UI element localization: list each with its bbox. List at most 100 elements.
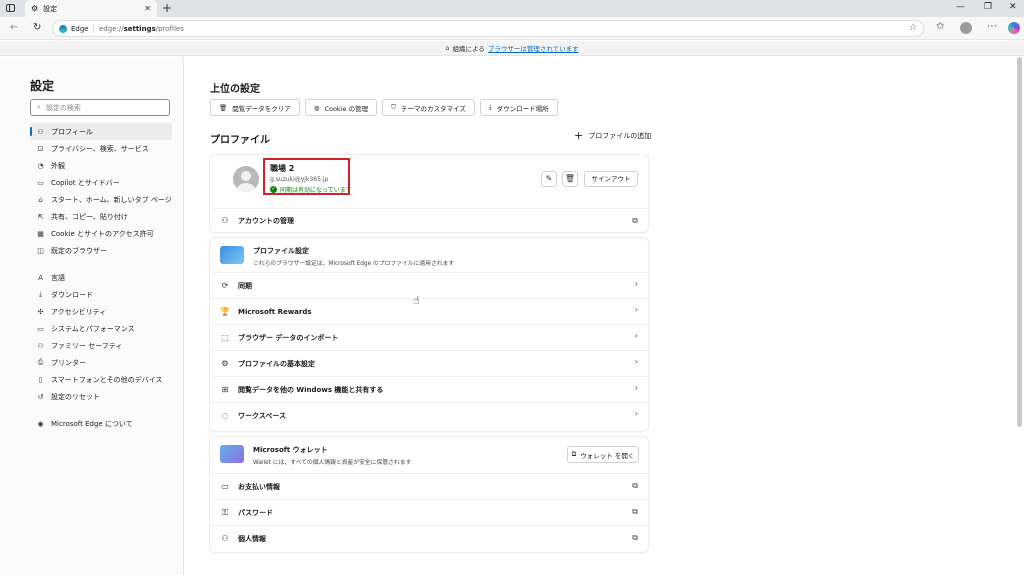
refresh-icon[interactable]: ↻ xyxy=(33,22,41,33)
profile-settings-row[interactable]: ⟳ 同期 › xyxy=(210,272,648,298)
quick-action-button[interactable]: ⛉ テーマのカスタマイズ xyxy=(382,99,475,116)
sync-status-text: 同期は有効になっています xyxy=(280,187,352,194)
sidebar-item[interactable]: ▭ Copilot とサイドバー xyxy=(30,174,172,191)
external-link-icon: ⧉ xyxy=(632,481,638,490)
chevron-right-icon: › xyxy=(634,383,638,392)
quick-action-label: Cookie の管理 xyxy=(324,104,369,113)
add-profile-label: プロファイルの追加 xyxy=(588,132,652,140)
sidebar-icon: ▭ xyxy=(37,178,44,187)
row-label: 個人情報 xyxy=(238,534,266,543)
quick-action-label: ダウンロード場所 xyxy=(496,104,549,113)
row-icon: ⚙ xyxy=(221,359,229,368)
quick-action-button[interactable]: ◍ Cookie の管理 xyxy=(304,99,378,116)
browser-icon: ◫ xyxy=(37,246,44,255)
account-icon: ⚇ xyxy=(221,216,229,225)
quick-action-icon: ⛉ xyxy=(391,103,396,111)
sidebar-item-label: システムとパフォーマンス xyxy=(51,324,135,333)
row-icon: 🏆 xyxy=(220,307,230,316)
add-profile-button[interactable]: + プロファイルの追加 xyxy=(574,129,652,142)
row-label: 同期 xyxy=(238,281,252,290)
toolbar: ← ↻ Edge | edge://settings/profiles ☆ ✩ … xyxy=(0,17,1024,40)
sidebar-item-label: Cookie とサイトのアクセス許可 xyxy=(51,229,154,238)
new-tab-button[interactable]: + xyxy=(162,2,172,14)
sidebar-item[interactable]: ✣ アクセシビリティ xyxy=(30,303,172,320)
back-icon[interactable]: ← xyxy=(10,22,18,33)
row-icon: ⊞ xyxy=(221,385,229,394)
sidebar-item[interactable]: ↺ 設定のリセット xyxy=(30,388,172,405)
profile-settings-row[interactable]: ⚙ プロファイルの基本設定 › xyxy=(210,350,648,376)
wallet-row[interactable]: ⚇ 個人情報 ⧉ xyxy=(210,525,648,551)
quick-action-button[interactable]: 🗑 閲覧データをクリア xyxy=(210,99,300,116)
sidebar-item-label: Copilot とサイドバー xyxy=(51,178,120,187)
sidebar-item[interactable]: ⌂ スタート、ホーム、新しいタブ ページ xyxy=(30,191,172,208)
sidebar-item[interactable]: ◉ Microsoft Edge について xyxy=(30,415,172,432)
profile-settings-row[interactable]: ⬚ ブラウザー データのインポート › xyxy=(210,324,648,350)
sidebar-item[interactable]: A 言語 xyxy=(30,269,172,286)
sidebar-item-label: プライバシー、検索、サービス xyxy=(51,144,149,153)
row-label: パスワード xyxy=(238,508,273,517)
sidebar-item[interactable]: ⎙ プリンター xyxy=(30,354,172,371)
sidebar-item-label: アクセシビリティ xyxy=(51,307,107,316)
quick-action-button[interactable]: ⤓ ダウンロード場所 xyxy=(479,99,558,116)
profile-settings-row[interactable]: ⊞ 閲覧データを他の Windows 機能と共有する › xyxy=(210,376,648,402)
settings-sidebar: 設定 ⌕ 設定の検索 ⚇ プロフィール ⊡ プライバシー、検索、サービス ◔ 外観 ▭ Cop… xyxy=(0,57,184,575)
quick-action-icon: ◍ xyxy=(313,103,320,112)
sidebar-item[interactable]: ⤓ ダウンロード xyxy=(30,286,172,303)
copilot-icon[interactable] xyxy=(1008,22,1020,34)
sidebar-item[interactable]: ⇱ 共有、コピー、貼り付け xyxy=(30,208,172,225)
language-icon: A xyxy=(38,273,43,282)
manage-account-row[interactable]: ⚇ アカウントの管理 ⧉ xyxy=(210,208,648,232)
tab-actions-icon[interactable] xyxy=(5,3,17,14)
profile-avatar-button[interactable] xyxy=(960,22,972,34)
maximize-button[interactable]: ❐ xyxy=(984,2,992,12)
sidebar-item[interactable]: ▯ スマートフォンとその他のデバイス xyxy=(30,371,172,388)
profiles-title: プロファイル xyxy=(210,135,270,146)
favorite-star-icon[interactable]: ☆ xyxy=(909,23,917,33)
address-bar[interactable]: Edge | edge://settings/profiles ☆ xyxy=(52,20,924,37)
external-link-icon: ⧉ xyxy=(632,216,638,225)
banner-link[interactable]: ブラウザーは管理されています xyxy=(488,43,579,53)
wallet-illustration-icon xyxy=(220,445,244,463)
delete-profile-button[interactable]: 🗑 xyxy=(562,171,578,187)
tab-close-icon[interactable]: ✕ xyxy=(144,4,151,13)
palette-icon: ◔ xyxy=(37,161,44,170)
phone-icon: ▯ xyxy=(38,375,43,384)
site-label: Edge xyxy=(71,24,89,33)
sidebar-item-label: Microsoft Edge について xyxy=(51,419,133,428)
profile-settings-row[interactable]: ◌ ワークスペース › xyxy=(210,402,648,428)
wallet-row[interactable]: ▭ お支払い情報 ⧉ xyxy=(210,473,648,499)
more-menu-icon[interactable]: ⋯ xyxy=(987,21,997,32)
sidebar-item-label: ダウンロード xyxy=(51,290,93,299)
family-icon: ⚇ xyxy=(37,341,44,350)
signout-button[interactable]: サインアウト xyxy=(584,171,638,187)
banner-text: 組織による xyxy=(452,45,485,53)
tab-settings[interactable]: ⚙ 設定 ✕ xyxy=(25,0,157,17)
sidebar-item[interactable]: ◫ 既定のブラウザー xyxy=(30,242,172,259)
sidebar-item[interactable]: ▦ Cookie とサイトのアクセス許可 xyxy=(30,225,172,242)
edit-profile-button[interactable]: ✎ xyxy=(541,171,557,187)
managed-banner: ⌂ 組織による ブラウザーは管理されています xyxy=(0,41,1024,56)
row-icon: ⟳ xyxy=(221,281,229,290)
pencil-icon: ✎ xyxy=(545,174,553,183)
plus-icon: + xyxy=(574,129,584,142)
quick-action-label: テーマのカスタマイズ xyxy=(400,104,466,113)
profile-settings-illustration-icon xyxy=(220,246,244,264)
settings-search-input[interactable]: ⌕ 設定の検索 xyxy=(30,99,170,116)
open-wallet-button[interactable]: ⧉ ウォレット を開く xyxy=(567,446,639,463)
minimize-button[interactable]: — xyxy=(956,2,965,12)
scrollbar[interactable] xyxy=(1017,57,1022,427)
sidebar-item-label: 言語 xyxy=(51,273,65,282)
sidebar-item[interactable]: ⊡ プライバシー、検索、サービス xyxy=(30,140,172,157)
sidebar-item[interactable]: ◔ 外観 xyxy=(30,157,172,174)
profile-settings-row[interactable]: 🏆 Microsoft Rewards › xyxy=(210,298,648,324)
quick-action-label: 閲覧データをクリア xyxy=(232,104,291,113)
wallet-row[interactable]: ⚿ パスワード ⧉ xyxy=(210,499,648,525)
sidebar-item[interactable]: ▭ システムとパフォーマンス xyxy=(30,320,172,337)
sidebar-item-label: スマートフォンとその他のデバイス xyxy=(51,375,163,384)
close-window-button[interactable]: ✕ xyxy=(1009,2,1017,12)
sidebar-item[interactable]: ⚇ プロフィール xyxy=(30,123,172,140)
profile-settings-desc: これらのブラウザー設定は、Microsoft Edge のプロファイルに適用され… xyxy=(253,261,455,267)
favorites-icon[interactable]: ✩ xyxy=(936,21,944,32)
sidebar-item[interactable]: ⚇ ファミリー セーフティ xyxy=(30,337,172,354)
chevron-right-icon: › xyxy=(634,357,638,366)
